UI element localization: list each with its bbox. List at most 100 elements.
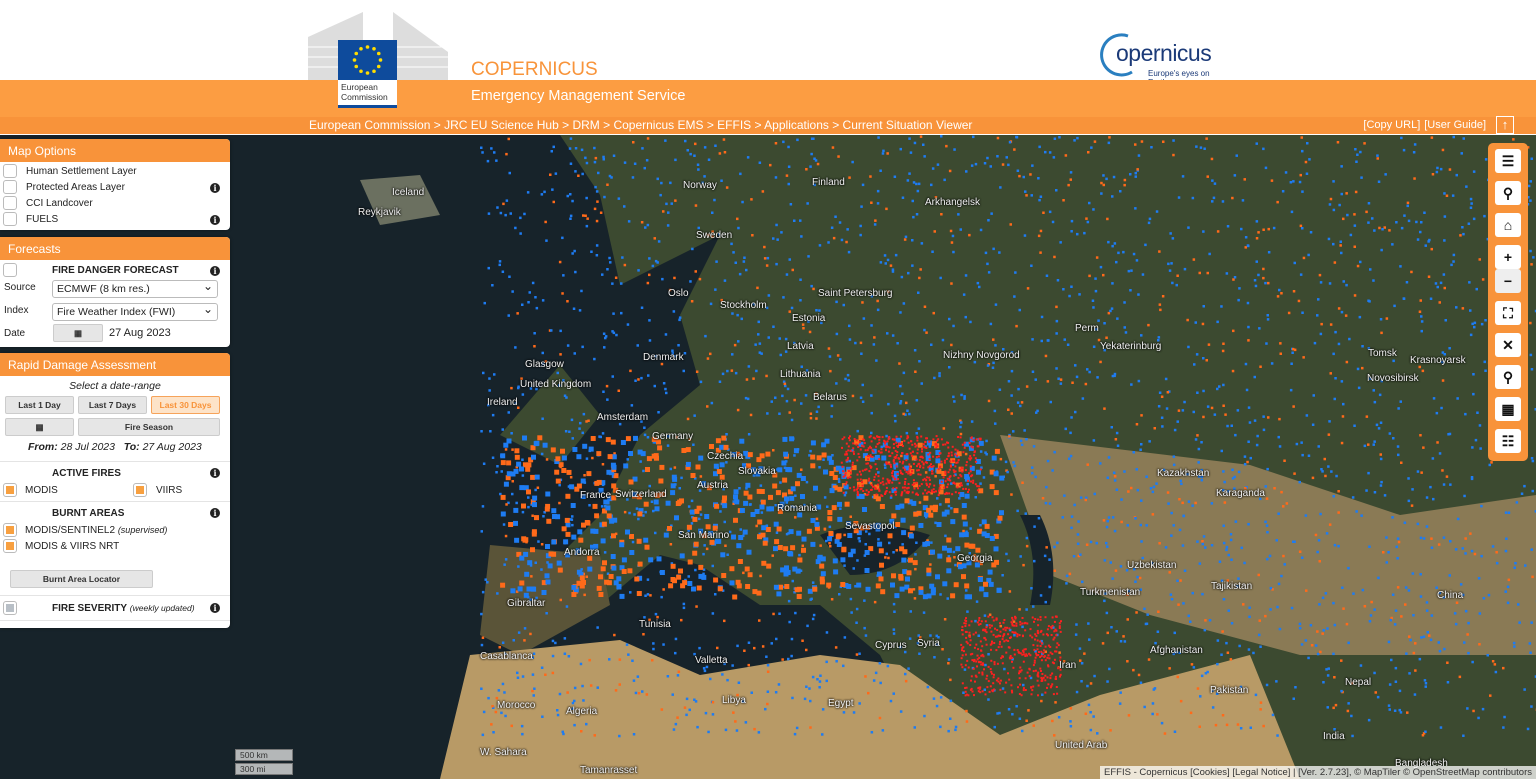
fire-detection[interactable] bbox=[606, 469, 612, 475]
fire-detection[interactable] bbox=[986, 364, 990, 367]
fire-detection[interactable] bbox=[949, 460, 952, 463]
fire-detection[interactable] bbox=[1439, 281, 1443, 285]
fire-detection[interactable] bbox=[818, 309, 821, 312]
fire-detection[interactable] bbox=[881, 495, 884, 497]
fire-detection[interactable] bbox=[778, 337, 782, 340]
fire-detection[interactable] bbox=[694, 700, 698, 703]
fire-detection[interactable] bbox=[581, 684, 584, 688]
fire-detection[interactable] bbox=[1453, 612, 1457, 615]
fire-detection[interactable] bbox=[582, 412, 586, 416]
fire-detection[interactable] bbox=[899, 147, 903, 151]
fire-detection[interactable] bbox=[687, 505, 691, 508]
fire-detection[interactable] bbox=[893, 414, 897, 418]
fire-detection[interactable] bbox=[500, 511, 506, 517]
fire-detection[interactable] bbox=[820, 571, 826, 577]
fire-detection[interactable] bbox=[1427, 240, 1430, 243]
fire-detection[interactable] bbox=[972, 135, 975, 139]
fire-detection[interactable] bbox=[939, 503, 942, 506]
fire-detection[interactable] bbox=[705, 665, 709, 669]
fire-detection[interactable] bbox=[1279, 352, 1283, 356]
fire-detection[interactable] bbox=[989, 685, 992, 688]
fire-detection[interactable] bbox=[788, 620, 791, 624]
fire-detection[interactable] bbox=[1183, 267, 1187, 271]
fire-detection[interactable] bbox=[1262, 428, 1266, 432]
fire-detection[interactable] bbox=[842, 491, 845, 494]
fire-detection[interactable] bbox=[1151, 513, 1155, 516]
fire-detection[interactable] bbox=[1172, 153, 1175, 157]
fire-detection[interactable] bbox=[1039, 616, 1042, 619]
fire-detection[interactable] bbox=[516, 461, 522, 467]
fire-detection[interactable] bbox=[760, 499, 766, 505]
fire-detection[interactable] bbox=[1421, 369, 1425, 373]
fire-detection[interactable] bbox=[1113, 242, 1117, 245]
fire-detection[interactable] bbox=[1010, 636, 1012, 639]
fire-detection[interactable] bbox=[496, 465, 499, 468]
fire-detection[interactable] bbox=[698, 277, 702, 281]
fire-detection[interactable] bbox=[602, 155, 605, 159]
fire-detection[interactable] bbox=[953, 508, 959, 514]
fire-detection[interactable] bbox=[859, 478, 862, 481]
fire-detection[interactable] bbox=[1114, 569, 1118, 572]
fire-detection[interactable] bbox=[797, 557, 803, 563]
fire-detection[interactable] bbox=[1132, 668, 1135, 672]
fire-detection[interactable] bbox=[1282, 505, 1285, 508]
fire-detection[interactable] bbox=[706, 357, 710, 360]
fire-detection[interactable] bbox=[1397, 540, 1401, 544]
fire-detection[interactable] bbox=[901, 392, 904, 396]
fire-detection[interactable] bbox=[486, 581, 489, 584]
fire-detection[interactable] bbox=[1151, 702, 1155, 705]
fire-detection[interactable] bbox=[743, 256, 746, 260]
fire-detection[interactable] bbox=[875, 493, 878, 496]
fire-detection[interactable] bbox=[859, 448, 862, 451]
fire-detection[interactable] bbox=[910, 454, 913, 457]
fire-detection[interactable] bbox=[558, 260, 562, 264]
fire-detection[interactable] bbox=[944, 534, 947, 538]
fire-detection[interactable] bbox=[521, 510, 525, 514]
fire-detection[interactable] bbox=[1099, 462, 1102, 465]
fire-detection[interactable] bbox=[889, 463, 892, 466]
fire-detection[interactable] bbox=[1244, 236, 1248, 239]
fire-detection[interactable] bbox=[935, 458, 941, 464]
fire-detection[interactable] bbox=[654, 455, 659, 461]
fire-detection[interactable] bbox=[1472, 709, 1475, 713]
fire-detection[interactable] bbox=[1008, 141, 1012, 144]
fire-detection[interactable] bbox=[904, 498, 910, 504]
fire-detection[interactable] bbox=[734, 371, 738, 375]
fire-detection[interactable] bbox=[508, 522, 514, 527]
fire-detection[interactable] bbox=[1230, 558, 1233, 562]
fire-detection[interactable] bbox=[752, 377, 755, 380]
fire-detection[interactable] bbox=[1087, 622, 1090, 625]
fire-detection[interactable] bbox=[632, 733, 636, 736]
fire-detection[interactable] bbox=[925, 331, 928, 334]
fire-detection[interactable] bbox=[1153, 427, 1157, 430]
fire-detection[interactable] bbox=[1440, 406, 1443, 410]
fire-detection[interactable] bbox=[1235, 154, 1239, 157]
fire-detection[interactable] bbox=[1074, 364, 1077, 367]
fire-detection[interactable] bbox=[993, 661, 996, 664]
fire-detection[interactable] bbox=[839, 358, 842, 361]
fire-detection[interactable] bbox=[1221, 200, 1225, 203]
fire-detection[interactable] bbox=[642, 633, 645, 636]
fire-detection[interactable] bbox=[1076, 533, 1080, 536]
fire-detection[interactable] bbox=[1431, 457, 1435, 460]
fire-detection[interactable] bbox=[806, 624, 809, 628]
fire-detection[interactable] bbox=[689, 509, 695, 515]
fire-detection[interactable] bbox=[723, 520, 727, 524]
fire-detection[interactable] bbox=[1373, 608, 1376, 611]
fire-detection[interactable] bbox=[845, 453, 848, 455]
fire-detection[interactable] bbox=[1113, 475, 1117, 478]
fire-detection[interactable] bbox=[887, 402, 890, 406]
fire-detection[interactable] bbox=[1301, 227, 1304, 230]
fire-detection[interactable] bbox=[544, 220, 547, 224]
fire-detection[interactable] bbox=[939, 484, 942, 487]
fire-detection[interactable] bbox=[970, 480, 972, 483]
fire-detection[interactable] bbox=[885, 449, 887, 452]
fire-detection[interactable] bbox=[1347, 641, 1350, 645]
fire-detection[interactable] bbox=[567, 655, 571, 658]
fire-detection[interactable] bbox=[1523, 688, 1526, 691]
fire-detection[interactable] bbox=[558, 462, 564, 468]
fire-detection[interactable] bbox=[948, 169, 952, 173]
fire-detection[interactable] bbox=[988, 690, 991, 693]
fire-detection[interactable] bbox=[974, 496, 978, 499]
fire-detection[interactable] bbox=[625, 643, 629, 646]
